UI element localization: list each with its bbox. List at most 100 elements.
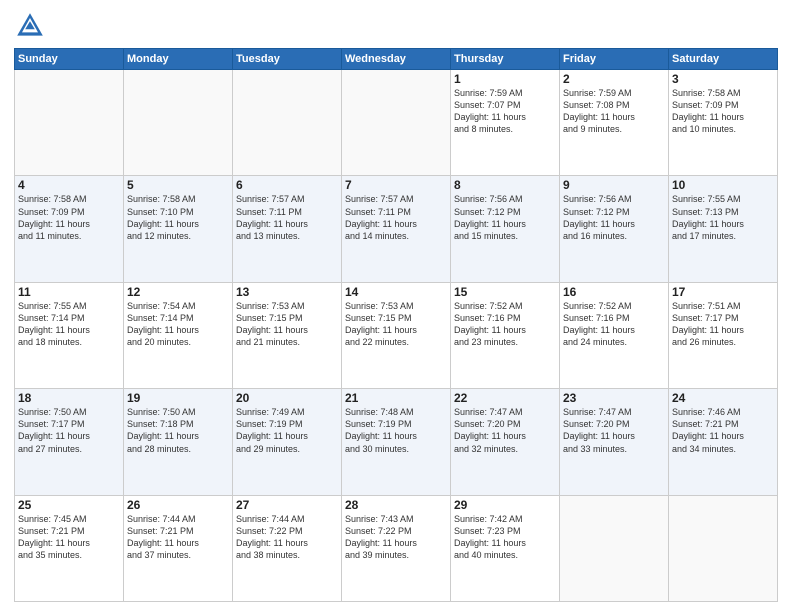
calendar-cell: 14Sunrise: 7:53 AM Sunset: 7:15 PM Dayli… xyxy=(342,282,451,388)
day-number: 28 xyxy=(345,498,447,512)
day-info: Sunrise: 7:51 AM Sunset: 7:17 PM Dayligh… xyxy=(672,300,774,349)
calendar-cell: 13Sunrise: 7:53 AM Sunset: 7:15 PM Dayli… xyxy=(233,282,342,388)
day-info: Sunrise: 7:58 AM Sunset: 7:10 PM Dayligh… xyxy=(127,193,229,242)
calendar-row-0: 1Sunrise: 7:59 AM Sunset: 7:07 PM Daylig… xyxy=(15,70,778,176)
day-number: 10 xyxy=(672,178,774,192)
calendar-cell: 15Sunrise: 7:52 AM Sunset: 7:16 PM Dayli… xyxy=(451,282,560,388)
calendar-cell: 12Sunrise: 7:54 AM Sunset: 7:14 PM Dayli… xyxy=(124,282,233,388)
calendar-cell: 6Sunrise: 7:57 AM Sunset: 7:11 PM Daylig… xyxy=(233,176,342,282)
col-header-monday: Monday xyxy=(124,49,233,70)
day-number: 29 xyxy=(454,498,556,512)
day-info: Sunrise: 7:59 AM Sunset: 7:07 PM Dayligh… xyxy=(454,87,556,136)
day-info: Sunrise: 7:55 AM Sunset: 7:13 PM Dayligh… xyxy=(672,193,774,242)
day-info: Sunrise: 7:46 AM Sunset: 7:21 PM Dayligh… xyxy=(672,406,774,455)
day-info: Sunrise: 7:52 AM Sunset: 7:16 PM Dayligh… xyxy=(454,300,556,349)
calendar-row-2: 11Sunrise: 7:55 AM Sunset: 7:14 PM Dayli… xyxy=(15,282,778,388)
day-info: Sunrise: 7:50 AM Sunset: 7:18 PM Dayligh… xyxy=(127,406,229,455)
day-info: Sunrise: 7:50 AM Sunset: 7:17 PM Dayligh… xyxy=(18,406,120,455)
day-info: Sunrise: 7:56 AM Sunset: 7:12 PM Dayligh… xyxy=(454,193,556,242)
calendar-cell: 24Sunrise: 7:46 AM Sunset: 7:21 PM Dayli… xyxy=(669,389,778,495)
calendar-cell: 9Sunrise: 7:56 AM Sunset: 7:12 PM Daylig… xyxy=(560,176,669,282)
day-number: 4 xyxy=(18,178,120,192)
calendar-cell: 29Sunrise: 7:42 AM Sunset: 7:23 PM Dayli… xyxy=(451,495,560,601)
day-info: Sunrise: 7:58 AM Sunset: 7:09 PM Dayligh… xyxy=(672,87,774,136)
calendar-cell: 18Sunrise: 7:50 AM Sunset: 7:17 PM Dayli… xyxy=(15,389,124,495)
calendar-cell: 17Sunrise: 7:51 AM Sunset: 7:17 PM Dayli… xyxy=(669,282,778,388)
day-number: 27 xyxy=(236,498,338,512)
col-header-friday: Friday xyxy=(560,49,669,70)
day-info: Sunrise: 7:57 AM Sunset: 7:11 PM Dayligh… xyxy=(236,193,338,242)
logo xyxy=(14,10,50,42)
calendar-cell xyxy=(342,70,451,176)
day-number: 23 xyxy=(563,391,665,405)
calendar-cell: 1Sunrise: 7:59 AM Sunset: 7:07 PM Daylig… xyxy=(451,70,560,176)
col-header-tuesday: Tuesday xyxy=(233,49,342,70)
day-number: 19 xyxy=(127,391,229,405)
calendar-cell: 2Sunrise: 7:59 AM Sunset: 7:08 PM Daylig… xyxy=(560,70,669,176)
calendar-cell: 3Sunrise: 7:58 AM Sunset: 7:09 PM Daylig… xyxy=(669,70,778,176)
day-info: Sunrise: 7:48 AM Sunset: 7:19 PM Dayligh… xyxy=(345,406,447,455)
calendar-cell: 10Sunrise: 7:55 AM Sunset: 7:13 PM Dayli… xyxy=(669,176,778,282)
calendar-cell: 28Sunrise: 7:43 AM Sunset: 7:22 PM Dayli… xyxy=(342,495,451,601)
calendar-cell: 20Sunrise: 7:49 AM Sunset: 7:19 PM Dayli… xyxy=(233,389,342,495)
col-header-saturday: Saturday xyxy=(669,49,778,70)
day-number: 9 xyxy=(563,178,665,192)
day-number: 8 xyxy=(454,178,556,192)
day-number: 1 xyxy=(454,72,556,86)
calendar-header-row: SundayMondayTuesdayWednesdayThursdayFrid… xyxy=(15,49,778,70)
day-number: 15 xyxy=(454,285,556,299)
calendar-cell: 11Sunrise: 7:55 AM Sunset: 7:14 PM Dayli… xyxy=(15,282,124,388)
day-info: Sunrise: 7:45 AM Sunset: 7:21 PM Dayligh… xyxy=(18,513,120,562)
header xyxy=(14,10,778,42)
calendar-cell: 4Sunrise: 7:58 AM Sunset: 7:09 PM Daylig… xyxy=(15,176,124,282)
calendar-table: SundayMondayTuesdayWednesdayThursdayFrid… xyxy=(14,48,778,602)
calendar-cell xyxy=(560,495,669,601)
day-number: 21 xyxy=(345,391,447,405)
day-number: 26 xyxy=(127,498,229,512)
day-info: Sunrise: 7:56 AM Sunset: 7:12 PM Dayligh… xyxy=(563,193,665,242)
calendar-cell: 8Sunrise: 7:56 AM Sunset: 7:12 PM Daylig… xyxy=(451,176,560,282)
day-number: 11 xyxy=(18,285,120,299)
day-info: Sunrise: 7:43 AM Sunset: 7:22 PM Dayligh… xyxy=(345,513,447,562)
day-info: Sunrise: 7:59 AM Sunset: 7:08 PM Dayligh… xyxy=(563,87,665,136)
day-info: Sunrise: 7:53 AM Sunset: 7:15 PM Dayligh… xyxy=(236,300,338,349)
col-header-thursday: Thursday xyxy=(451,49,560,70)
calendar-cell xyxy=(233,70,342,176)
day-number: 7 xyxy=(345,178,447,192)
calendar-cell xyxy=(124,70,233,176)
day-info: Sunrise: 7:47 AM Sunset: 7:20 PM Dayligh… xyxy=(563,406,665,455)
calendar-row-1: 4Sunrise: 7:58 AM Sunset: 7:09 PM Daylig… xyxy=(15,176,778,282)
logo-icon xyxy=(14,10,46,42)
calendar-cell xyxy=(669,495,778,601)
day-number: 16 xyxy=(563,285,665,299)
col-header-sunday: Sunday xyxy=(15,49,124,70)
day-number: 6 xyxy=(236,178,338,192)
day-number: 13 xyxy=(236,285,338,299)
calendar-cell: 19Sunrise: 7:50 AM Sunset: 7:18 PM Dayli… xyxy=(124,389,233,495)
calendar-cell: 26Sunrise: 7:44 AM Sunset: 7:21 PM Dayli… xyxy=(124,495,233,601)
day-number: 14 xyxy=(345,285,447,299)
calendar-cell: 16Sunrise: 7:52 AM Sunset: 7:16 PM Dayli… xyxy=(560,282,669,388)
day-info: Sunrise: 7:44 AM Sunset: 7:22 PM Dayligh… xyxy=(236,513,338,562)
day-number: 5 xyxy=(127,178,229,192)
day-number: 20 xyxy=(236,391,338,405)
calendar-cell: 27Sunrise: 7:44 AM Sunset: 7:22 PM Dayli… xyxy=(233,495,342,601)
day-info: Sunrise: 7:44 AM Sunset: 7:21 PM Dayligh… xyxy=(127,513,229,562)
day-info: Sunrise: 7:55 AM Sunset: 7:14 PM Dayligh… xyxy=(18,300,120,349)
col-header-wednesday: Wednesday xyxy=(342,49,451,70)
calendar-cell: 5Sunrise: 7:58 AM Sunset: 7:10 PM Daylig… xyxy=(124,176,233,282)
day-info: Sunrise: 7:49 AM Sunset: 7:19 PM Dayligh… xyxy=(236,406,338,455)
day-info: Sunrise: 7:58 AM Sunset: 7:09 PM Dayligh… xyxy=(18,193,120,242)
day-number: 25 xyxy=(18,498,120,512)
day-number: 12 xyxy=(127,285,229,299)
calendar-cell: 7Sunrise: 7:57 AM Sunset: 7:11 PM Daylig… xyxy=(342,176,451,282)
calendar-cell: 21Sunrise: 7:48 AM Sunset: 7:19 PM Dayli… xyxy=(342,389,451,495)
day-number: 3 xyxy=(672,72,774,86)
day-number: 2 xyxy=(563,72,665,86)
day-number: 24 xyxy=(672,391,774,405)
day-info: Sunrise: 7:54 AM Sunset: 7:14 PM Dayligh… xyxy=(127,300,229,349)
calendar-cell: 22Sunrise: 7:47 AM Sunset: 7:20 PM Dayli… xyxy=(451,389,560,495)
day-number: 17 xyxy=(672,285,774,299)
calendar-row-4: 25Sunrise: 7:45 AM Sunset: 7:21 PM Dayli… xyxy=(15,495,778,601)
calendar-row-3: 18Sunrise: 7:50 AM Sunset: 7:17 PM Dayli… xyxy=(15,389,778,495)
